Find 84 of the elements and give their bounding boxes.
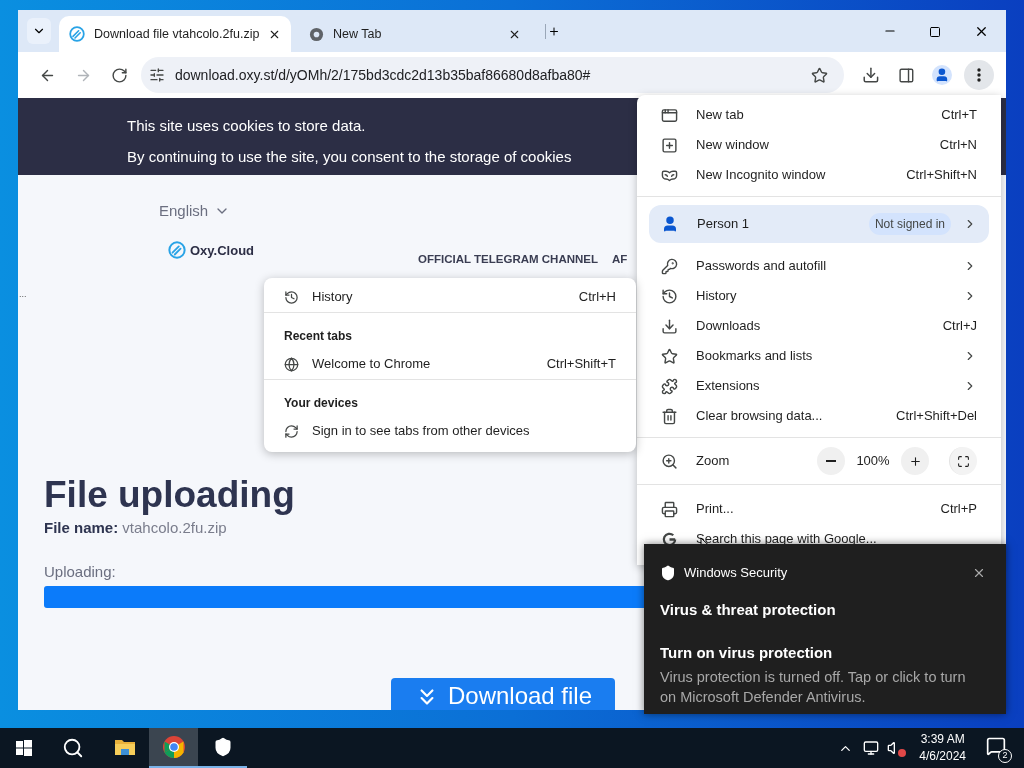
new-window-icon xyxy=(661,136,678,154)
plus-icon xyxy=(908,454,922,468)
bookmark-star-icon[interactable] xyxy=(810,66,828,84)
zoom-level: 100% xyxy=(856,452,890,471)
menu-item[interactable]: Clear browsing data... Ctrl+Shift+Del xyxy=(637,401,1001,431)
clock-date[interactable]: 4/6/2024 xyxy=(919,748,966,765)
fullscreen-icon xyxy=(957,454,970,468)
address-bar[interactable]: download.oxy.st/d/yOMh/2/175bd3cdc2d13b35baf86680d8afba80# xyxy=(140,57,844,93)
site-info-icon[interactable] xyxy=(148,67,165,83)
menu-item[interactable]: Bookmarks and lists xyxy=(637,341,1001,371)
shield-icon xyxy=(660,564,676,581)
menu-button[interactable] xyxy=(964,60,994,90)
download-icon xyxy=(661,317,678,335)
star-icon xyxy=(661,347,678,365)
search-icon[interactable] xyxy=(62,737,84,759)
new-tab-icon xyxy=(661,106,678,124)
notifications-icon[interactable] xyxy=(986,736,1006,756)
more-vertical-icon xyxy=(977,68,982,82)
minus-icon xyxy=(826,460,836,462)
security-notification[interactable]: Windows Security Virus & threat protection Turn on virus protection Virus protection is turned off. Tap or click to turn on Microsoft Defender Antivirus. xyxy=(644,544,1006,714)
side-panel-icon[interactable] xyxy=(897,66,915,84)
menu-item[interactable]: Passwords and autofill xyxy=(637,251,1001,281)
browser-tab[interactable]: Download file vtahcolo.2fu.zip xyxy=(59,16,291,52)
clock-time[interactable]: 3:39 AM xyxy=(920,731,965,748)
notification-title: Virus & threat protection xyxy=(660,599,837,620)
language-selector[interactable]: English xyxy=(159,200,231,223)
nav-link[interactable]: OFFICIAL TELEGRAM CHANNEL xyxy=(418,250,598,268)
cookie-notice-text: This site uses cookies to store data. xyxy=(127,116,367,136)
history-icon xyxy=(661,287,678,305)
page-heading: File uploading xyxy=(44,475,295,516)
submenu-item[interactable]: Sign in to see tabs from other devices xyxy=(264,416,636,446)
sync-icon xyxy=(284,423,299,439)
submenu-item[interactable]: Welcome to Chrome Ctrl+Shift+T xyxy=(264,349,636,379)
file-name-text: File name: vtahcolo.2fu.zip xyxy=(44,518,227,539)
notification-app-name: Windows Security xyxy=(684,564,788,582)
url-text: download.oxy.st/d/yOMh/2/175bd3cdc2d13b35baf86680d8afba80# xyxy=(174,65,591,85)
site-logo-text: Oxy.Cloud xyxy=(190,241,255,260)
notification-body: Virus protection is turned off. Tap or click to turn on Microsoft Defender Antivirus. xyxy=(660,667,967,707)
printer-icon xyxy=(661,500,678,518)
progress-label: Uploading: xyxy=(44,561,116,582)
maximize-icon[interactable] xyxy=(929,26,941,38)
profile-menu-item[interactable]: Person 1 Not signed in xyxy=(649,205,989,243)
trash-icon xyxy=(661,407,678,425)
puzzle-icon xyxy=(661,377,678,395)
nav-link[interactable]: AF xyxy=(612,250,628,268)
menu-item[interactable]: New Incognito window Ctrl+Shift+N xyxy=(637,160,1001,190)
download-file-button[interactable]: Download file xyxy=(391,678,615,710)
submenu-item[interactable]: History Ctrl+H xyxy=(264,282,636,312)
windows-start-icon[interactable] xyxy=(16,740,32,756)
sign-in-status-badge: Not signed in xyxy=(868,213,951,235)
ellipsis-text: ... xyxy=(19,287,27,301)
zoom-out-button[interactable] xyxy=(817,447,845,475)
menu-item[interactable]: Downloads Ctrl+J xyxy=(637,311,1001,341)
profile-icon[interactable] xyxy=(932,65,953,85)
menu-item[interactable]: New window Ctrl+N xyxy=(637,130,1001,160)
key-icon xyxy=(661,257,678,275)
submenu-section-title: Recent tabs xyxy=(283,328,354,345)
new-tab-icon[interactable] xyxy=(545,24,560,39)
history-icon xyxy=(284,289,299,305)
person-icon xyxy=(661,215,679,233)
notification-count-badge: 2 xyxy=(998,749,1012,763)
notification-heading: Turn on virus protection xyxy=(660,643,834,663)
logo-icon xyxy=(168,241,186,260)
menu-item[interactable]: Extensions xyxy=(637,371,1001,401)
mute-badge-icon xyxy=(898,749,907,757)
close-window-icon[interactable] xyxy=(974,24,989,39)
submenu-section-title: Your devices xyxy=(283,395,359,412)
menu-item[interactable]: History xyxy=(637,281,1001,311)
network-icon[interactable] xyxy=(863,740,880,756)
fullscreen-button[interactable] xyxy=(949,447,977,475)
browser-tab[interactable]: New Tab xyxy=(299,16,531,52)
tab-search-button[interactable] xyxy=(27,18,51,44)
download-icon[interactable] xyxy=(861,66,880,84)
chrome-icon xyxy=(161,735,186,759)
menu-item[interactable]: New tab Ctrl+T xyxy=(637,100,1001,130)
reload-icon xyxy=(110,66,128,84)
zoom-icon xyxy=(661,452,678,470)
folder-icon xyxy=(113,737,136,757)
zoom-label: Zoom xyxy=(696,452,730,471)
menu-item[interactable]: Print... Ctrl+P xyxy=(637,494,1001,524)
cookie-notice-text: By continuing to use the site, you consent to the storage of cookies xyxy=(127,146,573,167)
logo-icon xyxy=(69,26,85,42)
zoom-in-button[interactable] xyxy=(901,447,929,475)
profile-name: Person 1 xyxy=(697,215,750,234)
